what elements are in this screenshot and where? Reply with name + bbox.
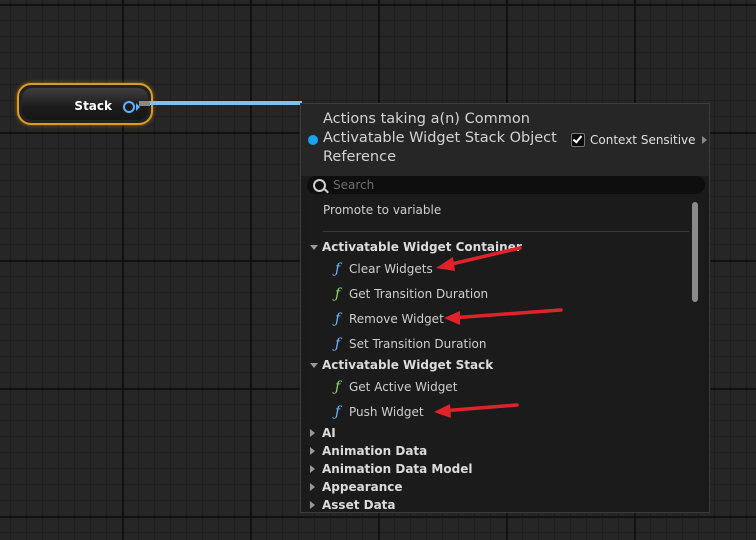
category-label: Asset Data xyxy=(322,498,396,511)
context-sensitive-label: Context Sensitive xyxy=(590,133,696,147)
stack-variable-node[interactable]: Stack xyxy=(17,83,153,125)
category-label: Appearance xyxy=(322,480,403,494)
item-label: Get Active Widget xyxy=(349,380,458,394)
item-label: Set Transition Duration xyxy=(349,337,487,351)
object-reference-icon xyxy=(308,135,318,145)
search-icon xyxy=(313,179,326,192)
collapsed-arrow-icon xyxy=(310,465,315,473)
function-icon: ƒ xyxy=(335,404,341,420)
connection-wire xyxy=(150,101,302,105)
promote-to-variable-item[interactable]: Promote to variable xyxy=(323,203,703,217)
category-label: Animation Data xyxy=(322,444,428,458)
category-label: Activatable Widget Container xyxy=(322,240,522,254)
function-icon: ƒ xyxy=(335,379,341,395)
node-label: Stack xyxy=(74,99,112,113)
wire-stub xyxy=(139,101,150,106)
function-icon: ƒ xyxy=(335,286,341,302)
scrollbar-thumb[interactable] xyxy=(692,202,698,302)
function-icon: ƒ xyxy=(335,261,341,277)
function-icon: ƒ xyxy=(335,311,341,327)
item-label: Clear Widgets xyxy=(349,262,433,276)
action-menu-panel: Actions taking a(n) Common Activatable W… xyxy=(300,103,710,513)
expand-arrow-icon[interactable] xyxy=(701,136,707,144)
item-label: Get Transition Duration xyxy=(349,287,489,301)
panel-header: Actions taking a(n) Common Activatable W… xyxy=(301,104,709,176)
action-list: Promote to variable Activatable Widget C… xyxy=(307,199,703,511)
list-divider xyxy=(323,231,689,232)
category-label: Animation Data Model xyxy=(322,462,473,476)
panel-title-line: Activatable Widget Stack Object xyxy=(323,130,557,146)
node-body: Stack xyxy=(22,88,148,120)
collapsed-arrow-icon xyxy=(310,447,315,455)
context-sensitive-checkbox[interactable] xyxy=(571,133,585,147)
output-pin-icon[interactable] xyxy=(123,101,135,113)
panel-title: Actions taking a(n) Common Activatable W… xyxy=(323,110,573,167)
category-label: AI xyxy=(322,426,336,440)
search-input[interactable] xyxy=(333,176,693,194)
search-bar xyxy=(307,176,705,194)
collapsed-arrow-icon xyxy=(310,483,315,491)
collapsed-arrow-icon xyxy=(310,429,315,437)
item-label: Push Widget xyxy=(349,405,424,419)
category-label: Activatable Widget Stack xyxy=(322,358,494,372)
panel-title-line: Reference xyxy=(323,149,397,165)
item-label: Remove Widget xyxy=(349,312,444,326)
function-icon: ƒ xyxy=(335,336,341,352)
panel-title-line: Actions taking a(n) Common xyxy=(323,111,530,127)
expanded-arrow-icon xyxy=(310,245,318,250)
collapsed-arrow-icon xyxy=(310,501,315,509)
expanded-arrow-icon xyxy=(310,363,318,368)
context-sensitive-toggle[interactable]: Context Sensitive xyxy=(571,132,707,148)
